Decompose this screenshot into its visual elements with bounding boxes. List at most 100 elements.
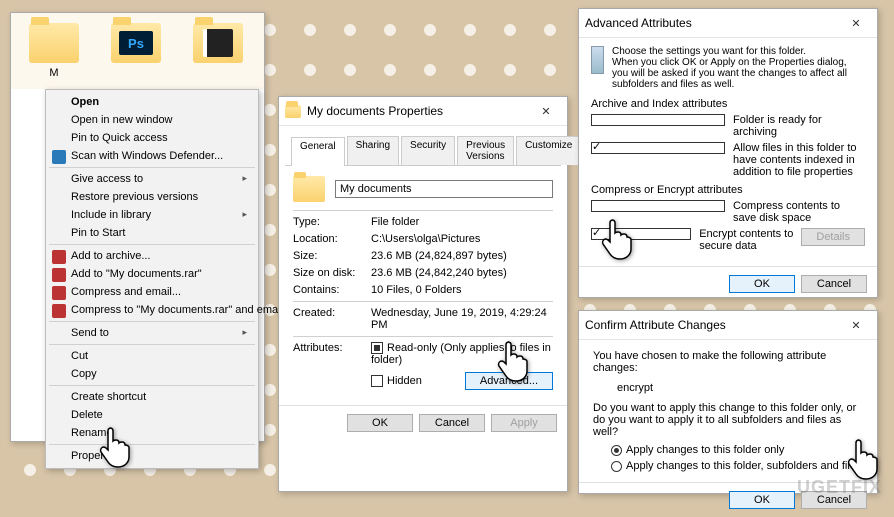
tab-security[interactable]: Security <box>401 136 455 165</box>
archive-icon <box>52 286 66 300</box>
tab-customize[interactable]: Customize <box>516 136 581 165</box>
hidden-checkbox-row[interactable]: Hidden <box>371 375 422 387</box>
apply-button[interactable]: Apply <box>491 414 557 432</box>
checkbox-icon <box>371 342 383 354</box>
close-icon[interactable]: ✕ <box>841 315 871 335</box>
menu-add-archive[interactable]: Add to archive... <box>49 247 255 265</box>
checkbox-icon <box>591 114 725 126</box>
value-type: File folder <box>371 216 553 228</box>
dialog-button-row: OK Cancel Apply <box>279 405 567 440</box>
cancel-button[interactable]: Cancel <box>419 414 485 432</box>
close-icon[interactable]: ✕ <box>841 13 871 33</box>
separator <box>293 301 553 302</box>
separator <box>293 336 553 337</box>
allow-indexing-checkbox[interactable]: Allow files in this folder to have conte… <box>591 142 865 178</box>
folder-photoshop[interactable] <box>107 23 165 79</box>
separator <box>49 167 255 168</box>
ok-button[interactable]: OK <box>729 491 795 509</box>
label-created: Created: <box>293 307 371 331</box>
checkbox-icon <box>591 228 691 240</box>
separator <box>49 321 255 322</box>
confirm-line2: Do you want to apply this change to this… <box>593 402 863 438</box>
menu-compress-email[interactable]: Compress and email... <box>49 283 255 301</box>
menu-add-rar[interactable]: Add to "My documents.rar" <box>49 265 255 283</box>
archive-icon <box>52 250 66 264</box>
context-menu: Open Open in new window Pin to Quick acc… <box>45 89 259 469</box>
readonly-checkbox-row[interactable]: Read-only (Only applies to files in fold… <box>371 342 553 366</box>
label-attributes: Attributes: <box>293 342 371 390</box>
folder-mydocs[interactable]: M <box>25 23 83 79</box>
tab-general[interactable]: General <box>291 137 345 166</box>
menu-label: Compress and email... <box>71 286 181 298</box>
titlebar[interactable]: Advanced Attributes ✕ <box>579 9 877 38</box>
confirm-body: You have chosen to make the following at… <box>579 340 877 482</box>
menu-open-new-window[interactable]: Open in new window <box>49 111 255 129</box>
details-button[interactable]: Details <box>801 228 865 246</box>
tab-previous-versions[interactable]: Previous Versions <box>457 136 514 165</box>
checkbox-label: Folder is ready for archiving <box>733 114 865 138</box>
value-size: 23.6 MB (24,824,897 bytes) <box>371 250 553 262</box>
menu-copy[interactable]: Copy <box>49 365 255 383</box>
cancel-button[interactable]: Cancel <box>801 275 867 293</box>
menu-properties[interactable]: Properties <box>49 447 255 465</box>
compress-checkbox[interactable]: Compress contents to save disk space <box>591 200 865 224</box>
menu-cut[interactable]: Cut <box>49 347 255 365</box>
menu-create-shortcut[interactable]: Create shortcut <box>49 388 255 406</box>
folder-dark[interactable] <box>189 23 247 79</box>
radio-subfolders-files[interactable]: Apply changes to this folder, subfolders… <box>611 460 863 472</box>
ready-archiving-checkbox[interactable]: Folder is ready for archiving <box>591 114 865 138</box>
confirm-attribute-dialog: Confirm Attribute Changes ✕ You have cho… <box>578 310 878 494</box>
menu-compress-rar-email[interactable]: Compress to "My documents.rar" and email <box>49 301 255 319</box>
separator <box>49 344 255 345</box>
close-icon[interactable]: ✕ <box>531 101 561 121</box>
advanced-attributes-dialog: Advanced Attributes ✕ Choose the setting… <box>578 8 878 298</box>
radio-label: Apply changes to this folder only <box>626 444 784 456</box>
titlebar[interactable]: Confirm Attribute Changes ✕ <box>579 311 877 340</box>
value-created: Wednesday, June 19, 2019, 4:29:24 PM <box>371 307 553 331</box>
archive-icon <box>52 268 66 282</box>
section-compress-label: Compress or Encrypt attributes <box>591 184 865 196</box>
label-location: Location: <box>293 233 371 245</box>
ok-button[interactable]: OK <box>347 414 413 432</box>
separator <box>293 210 553 211</box>
advanced-button[interactable]: Advanced... <box>465 372 553 390</box>
label-contains: Contains: <box>293 284 371 296</box>
shield-icon <box>52 150 66 164</box>
window-title: My documents Properties <box>307 104 531 118</box>
menu-open[interactable]: Open <box>49 93 255 111</box>
properties-body: Type:File folder Location:C:\Users\olga\… <box>279 166 567 405</box>
menu-send-to[interactable]: Send to <box>49 324 255 342</box>
checkbox-icon <box>371 375 383 387</box>
folder-icon <box>111 23 161 63</box>
menu-delete[interactable]: Delete <box>49 406 255 424</box>
checkbox-icon <box>591 142 725 154</box>
radio-folder-only[interactable]: Apply changes to this folder only <box>611 444 863 456</box>
encrypt-checkbox[interactable]: Encrypt contents to secure dataDetails <box>591 228 865 252</box>
hidden-label: Hidden <box>387 375 422 387</box>
menu-rename[interactable]: Rename <box>49 424 255 442</box>
menu-pin-start[interactable]: Pin to Start <box>49 224 255 242</box>
ok-button[interactable]: OK <box>729 275 795 293</box>
confirm-line1: You have chosen to make the following at… <box>593 350 863 374</box>
radio-icon <box>611 445 622 456</box>
confirm-change: encrypt <box>617 382 863 394</box>
menu-scan-defender[interactable]: Scan with Windows Defender... <box>49 147 255 165</box>
separator <box>49 385 255 386</box>
value-contains: 10 Files, 0 Folders <box>371 284 553 296</box>
menu-give-access[interactable]: Give access to <box>49 170 255 188</box>
archive-icon <box>52 304 66 318</box>
folder-icon <box>293 176 325 202</box>
folder-row: M <box>11 13 264 89</box>
menu-restore-versions[interactable]: Restore previous versions <box>49 188 255 206</box>
label-size-on-disk: Size on disk: <box>293 267 371 279</box>
folder-name-input[interactable] <box>335 180 553 198</box>
menu-label: Add to "My documents.rar" <box>71 268 202 280</box>
watermark: UGETFIX <box>797 477 882 498</box>
menu-pin-quick-access[interactable]: Pin to Quick access <box>49 129 255 147</box>
tab-sharing[interactable]: Sharing <box>347 136 399 165</box>
radio-label: Apply changes to this folder, subfolders… <box>626 460 861 472</box>
titlebar[interactable]: My documents Properties ✕ <box>279 97 567 126</box>
section-archive-label: Archive and Index attributes <box>591 98 865 110</box>
menu-include-library[interactable]: Include in library <box>49 206 255 224</box>
checkbox-label: Compress contents to save disk space <box>733 200 865 224</box>
